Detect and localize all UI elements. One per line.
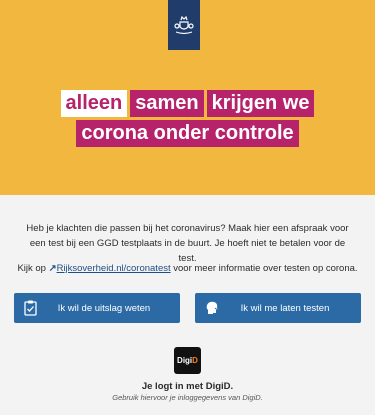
slogan-line-1: alleen samen krijgen we xyxy=(0,90,375,117)
slogan-word-krijgen-we: krijgen we xyxy=(206,90,315,117)
slogan: alleen samen krijgen we corona onder con… xyxy=(0,90,375,150)
result-button[interactable]: Ik wil de uitslag weten xyxy=(14,293,180,323)
more-info-suffix: voor meer informatie over testen op coro… xyxy=(173,263,358,274)
clipboard-check-icon xyxy=(24,300,37,319)
rijksoverheid-link[interactable]: Rijksoverheid.nl/coronatest xyxy=(57,263,171,274)
more-info-text: Kijk op ↗Rijksoverheid.nl/coronatest voo… xyxy=(10,262,365,276)
digid-logo: Digi D xyxy=(174,347,201,374)
intro-text: Heb je klachten die passen bij het coron… xyxy=(26,223,349,264)
result-button-label: Ik wil de uitslag weten xyxy=(57,302,151,314)
slogan-corona-onder-controle: corona onder controle xyxy=(76,120,299,147)
digid-login-title: Je logt in met DigiD. xyxy=(141,381,234,392)
hero-banner: alleen samen krijgen we corona onder con… xyxy=(0,0,375,195)
content-section: Heb je klachten die passen bij het coron… xyxy=(0,195,375,415)
slogan-word-alleen: alleen xyxy=(60,90,128,117)
more-info-prefix: Kijk op xyxy=(17,263,46,274)
slogan-line-2: corona onder controle xyxy=(0,120,375,147)
coat-of-arms-icon xyxy=(174,15,194,35)
slogan-word-samen: samen xyxy=(130,90,204,117)
test-button[interactable]: Ik wil me laten testen xyxy=(195,293,361,323)
swab-head-icon xyxy=(205,300,221,319)
rijksoverheid-logo xyxy=(168,0,200,50)
external-link-arrow-icon: ↗ xyxy=(48,263,57,274)
digid-login-hint: Gebruik hiervoor je inloggegevens van Di… xyxy=(112,393,263,402)
